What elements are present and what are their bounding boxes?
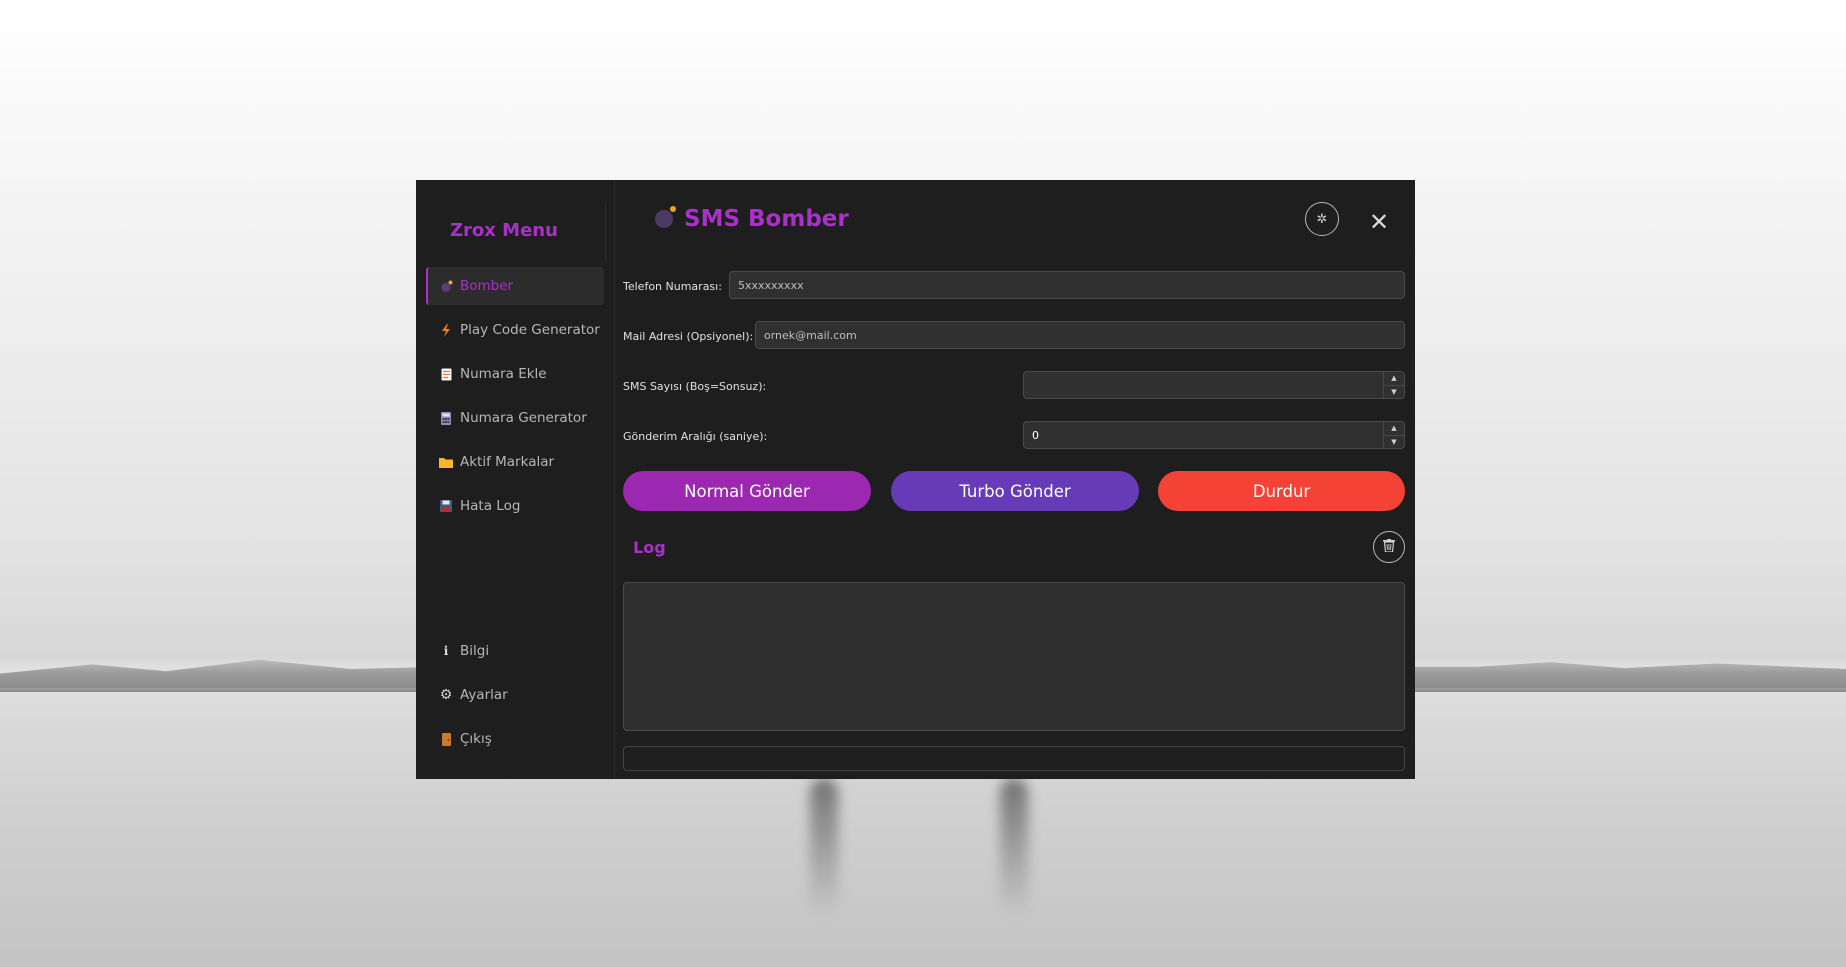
log-title: Log (633, 538, 666, 557)
page-title: SMS Bomber (655, 206, 849, 232)
sidebar-nav: Bomber Play Code Generator Numara Ekle N… (426, 267, 604, 531)
chevron-up-icon[interactable]: ▲ (1384, 372, 1404, 386)
lightning-icon (438, 323, 454, 337)
page-title-text: SMS Bomber (684, 206, 849, 232)
background-reflection-right (1000, 778, 1028, 918)
bomb-icon (655, 206, 676, 228)
palette-icon: ✲ (1316, 211, 1328, 227)
calculator-icon (438, 411, 454, 425)
phone-input[interactable]: 5xxxxxxxxx (729, 271, 1405, 299)
sidebar-item-cikis[interactable]: Çıkış (426, 720, 604, 758)
sidebar: Zrox Menu Bomber Play Code Generator Num… (416, 180, 615, 779)
chevron-down-icon[interactable]: ▼ (1384, 436, 1404, 449)
sidebar-item-label: Aktif Markalar (460, 454, 555, 470)
sidebar-item-label: Numara Ekle (460, 366, 547, 382)
sms-count-label: SMS Sayısı (Boş=Sonsuz): (623, 380, 767, 393)
sidebar-item-bilgi[interactable]: i Bilgi (426, 632, 604, 670)
background-reflection-left (810, 778, 838, 918)
sidebar-item-label: Çıkış (460, 731, 492, 747)
trash-icon (1383, 538, 1395, 556)
sidebar-item-label: Bomber (460, 278, 514, 294)
sidebar-item-label: Ayarlar (460, 687, 508, 703)
sms-count-spinbox[interactable]: ▲ ▼ (1023, 371, 1405, 399)
sidebar-item-label: Bilgi (460, 643, 490, 659)
chevron-up-icon[interactable]: ▲ (1384, 422, 1404, 436)
sidebar-item-bomber[interactable]: Bomber (426, 267, 604, 305)
sidebar-item-aktif-markalar[interactable]: Aktif Markalar (426, 443, 604, 481)
sidebar-item-ayarlar[interactable]: ⚙ Ayarlar (426, 676, 604, 714)
sidebar-item-play-code-generator[interactable]: Play Code Generator (426, 311, 604, 349)
sidebar-item-label: Numara Generator (460, 410, 587, 426)
sidebar-item-label: Play Code Generator (460, 322, 600, 338)
bomb-icon (438, 280, 454, 293)
folder-icon (438, 457, 454, 468)
floppy-disk-icon (438, 500, 454, 512)
brand-title: Zrox Menu (450, 220, 558, 241)
sidebar-divider (605, 202, 606, 260)
theme-toggle-button[interactable]: ✲ (1305, 202, 1339, 236)
clear-log-button[interactable] (1373, 531, 1405, 563)
door-icon (438, 732, 454, 746)
interval-spinbox[interactable]: 0 ▲ ▼ (1023, 421, 1405, 449)
gear-icon: ⚙ (439, 687, 453, 703)
progress-bar (623, 746, 1405, 771)
mail-input[interactable]: ornek@mail.com (755, 321, 1405, 349)
interval-label: Gönderim Aralığı (saniye): (623, 430, 768, 443)
document-icon (438, 368, 454, 381)
chevron-down-icon[interactable]: ▼ (1384, 386, 1404, 399)
interval-value: 0 (1032, 428, 1039, 442)
sidebar-item-label: Hata Log (460, 498, 521, 514)
sms-count-stepper[interactable]: ▲ ▼ (1383, 372, 1404, 398)
sidebar-item-hata-log[interactable]: Hata Log (426, 487, 604, 525)
stop-button[interactable]: Durdur (1158, 471, 1405, 511)
normal-send-button[interactable]: Normal Gönder (623, 471, 871, 511)
sidebar-item-numara-ekle[interactable]: Numara Ekle (426, 355, 604, 393)
sidebar-bottom-nav: i Bilgi ⚙ Ayarlar Çıkış (426, 632, 604, 764)
phone-label: Telefon Numarası: (623, 280, 722, 293)
app-window: Zrox Menu Bomber Play Code Generator Num… (416, 180, 1415, 779)
mail-label: Mail Adresi (Opsiyonel): (623, 330, 754, 343)
close-icon: ✕ (1369, 208, 1390, 236)
main-content: SMS Bomber ✲ ✕ Telefon Numarası: 5xxxxxx… (615, 180, 1415, 779)
sidebar-item-numara-generator[interactable]: Numara Generator (426, 399, 604, 437)
turbo-send-button[interactable]: Turbo Gönder (891, 471, 1139, 511)
info-icon: i (443, 644, 449, 658)
log-output[interactable] (623, 582, 1405, 731)
interval-stepper[interactable]: ▲ ▼ (1383, 422, 1404, 448)
close-button[interactable]: ✕ (1369, 208, 1389, 236)
